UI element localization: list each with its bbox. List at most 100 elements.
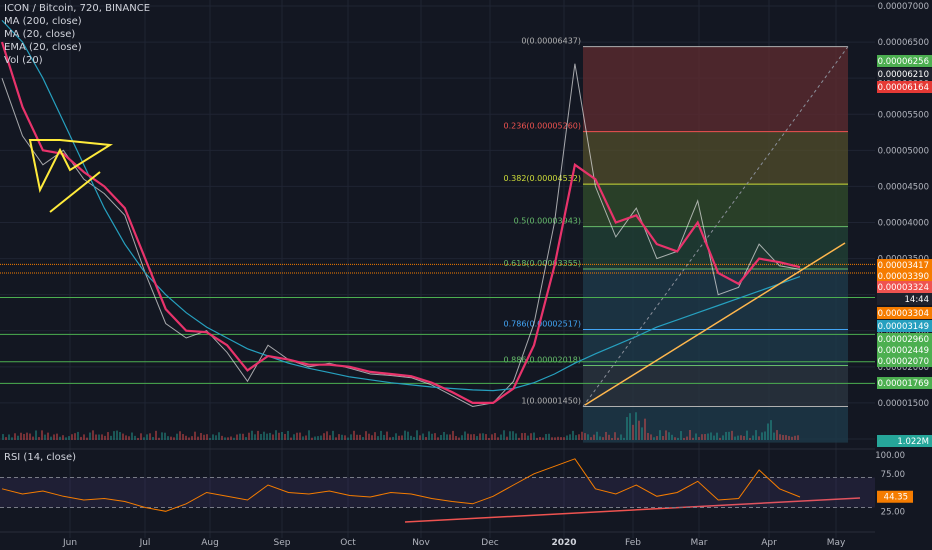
volume-bar	[620, 434, 622, 440]
volume-bar	[641, 427, 643, 440]
volume-bar	[413, 436, 415, 440]
volume-bar	[347, 437, 349, 440]
volume-bar	[2, 434, 4, 440]
volume-bar	[575, 435, 577, 440]
volume-bar	[677, 437, 679, 440]
volume-bar	[737, 435, 739, 440]
volume-bar	[344, 435, 346, 440]
price-axis[interactable]: 0.000070000.000065000.000060000.00005500…	[875, 0, 932, 550]
volume-bar	[593, 434, 595, 440]
volume-bar	[503, 430, 505, 440]
volume-bar	[692, 437, 694, 440]
volume-bar	[704, 434, 706, 440]
volume-bar	[323, 433, 325, 440]
volume-bar	[686, 436, 688, 440]
symbol-title[interactable]: ICON / Bitcoin, 720, BINANCE	[4, 2, 150, 15]
volume-bar	[566, 435, 568, 440]
volume-bar	[146, 434, 148, 440]
volume-bar	[95, 434, 97, 440]
volume-bar	[86, 437, 88, 440]
ma200-legend[interactable]: MA (200, close)	[4, 15, 150, 28]
volume-bar	[689, 430, 691, 440]
volume-bar	[368, 433, 370, 440]
volume-bar	[440, 434, 442, 440]
time-axis[interactable]: Jun Jul Aug Sep Oct Nov Dec 2020 Feb Mar Apr May	[0, 531, 875, 548]
volume-bar	[722, 435, 724, 440]
volume-bar	[656, 436, 658, 440]
volume-bar	[536, 437, 538, 440]
volume-bar	[341, 434, 343, 440]
volume-bar	[605, 431, 607, 440]
volume-bar	[101, 434, 103, 440]
price-badge-label: 1.022M	[897, 437, 929, 447]
volume-bar	[563, 437, 565, 440]
volume-bar	[206, 434, 208, 440]
volume-bar	[635, 412, 637, 440]
price-tick-label: 0.00001500	[878, 399, 929, 409]
volume-bar	[701, 434, 703, 440]
volume-bar	[491, 434, 493, 440]
volume-bar	[683, 437, 685, 440]
volume-bar	[113, 431, 115, 440]
volume-bar	[518, 437, 520, 440]
volume-bar	[278, 432, 280, 440]
volume-bar	[578, 434, 580, 440]
price-tick-label: 0.00004000	[878, 219, 929, 229]
volume-bar	[527, 435, 529, 440]
price-badge-label: 14:44	[905, 295, 930, 305]
volume-bar	[488, 437, 490, 440]
volume-bar	[296, 432, 298, 440]
volume-bar	[239, 433, 241, 440]
month-label: Jun	[62, 538, 77, 548]
volume-bar	[377, 436, 379, 440]
volume-bar	[389, 437, 391, 440]
volume-bar	[329, 435, 331, 440]
volume-bar	[404, 430, 406, 440]
volume-bar	[617, 437, 619, 440]
volume-bar	[425, 437, 427, 440]
chart-canvas[interactable]: 0(0.00006437) 0.236(0.00005260) 0.382(0.00…	[0, 0, 932, 550]
volume-bar	[149, 433, 151, 440]
ema20-legend[interactable]: EMA (20, close)	[4, 41, 150, 54]
fibonacci-retracement[interactable]: 0(0.00006437) 0.236(0.00005260) 0.382(0.00…	[504, 37, 849, 443]
ma20-legend[interactable]: MA (20, close)	[4, 28, 150, 41]
volume-bar	[497, 437, 499, 440]
volume-bar	[176, 433, 178, 440]
fib-level-label: 0.5(0.00003943)	[514, 217, 581, 226]
volume-bar	[629, 413, 631, 440]
volume-bar	[482, 433, 484, 440]
volume-bar	[419, 435, 421, 440]
volume-bar	[548, 433, 550, 440]
volume-bar	[680, 431, 682, 440]
volume-bar	[47, 432, 49, 440]
month-label: Aug	[201, 538, 219, 548]
volume-bar	[71, 434, 73, 440]
price-badge-label: 0.00006164	[878, 83, 929, 93]
volume-bar	[74, 433, 76, 440]
volume-bar	[230, 436, 232, 440]
volume-bar	[290, 437, 292, 440]
volume-bar	[128, 436, 130, 440]
volume-bar	[185, 435, 187, 440]
volume-bar	[269, 432, 271, 440]
volume-bar	[467, 433, 469, 440]
volume-bar	[107, 432, 109, 440]
volume-bar	[515, 433, 517, 440]
price-tick-label: 0.00005000	[878, 146, 929, 156]
volume-bar	[755, 430, 757, 440]
volume-bar	[422, 433, 424, 440]
volume-bar	[167, 436, 169, 440]
rsi-legend[interactable]: RSI (14, close)	[4, 452, 76, 463]
fib-level-label: 0.236(0.00005260)	[504, 122, 582, 131]
fib-zone	[583, 46, 848, 132]
volume-legend[interactable]: Vol (20)	[4, 54, 150, 67]
volume-bar	[182, 434, 184, 440]
volume-bar	[8, 434, 10, 440]
volume-bar	[284, 433, 286, 440]
volume-bar	[416, 430, 418, 440]
volume-bar	[317, 436, 319, 440]
volume-bar	[674, 437, 676, 440]
volume-bar	[530, 433, 532, 440]
volume-bar	[350, 434, 352, 440]
volume-bar	[356, 434, 358, 440]
